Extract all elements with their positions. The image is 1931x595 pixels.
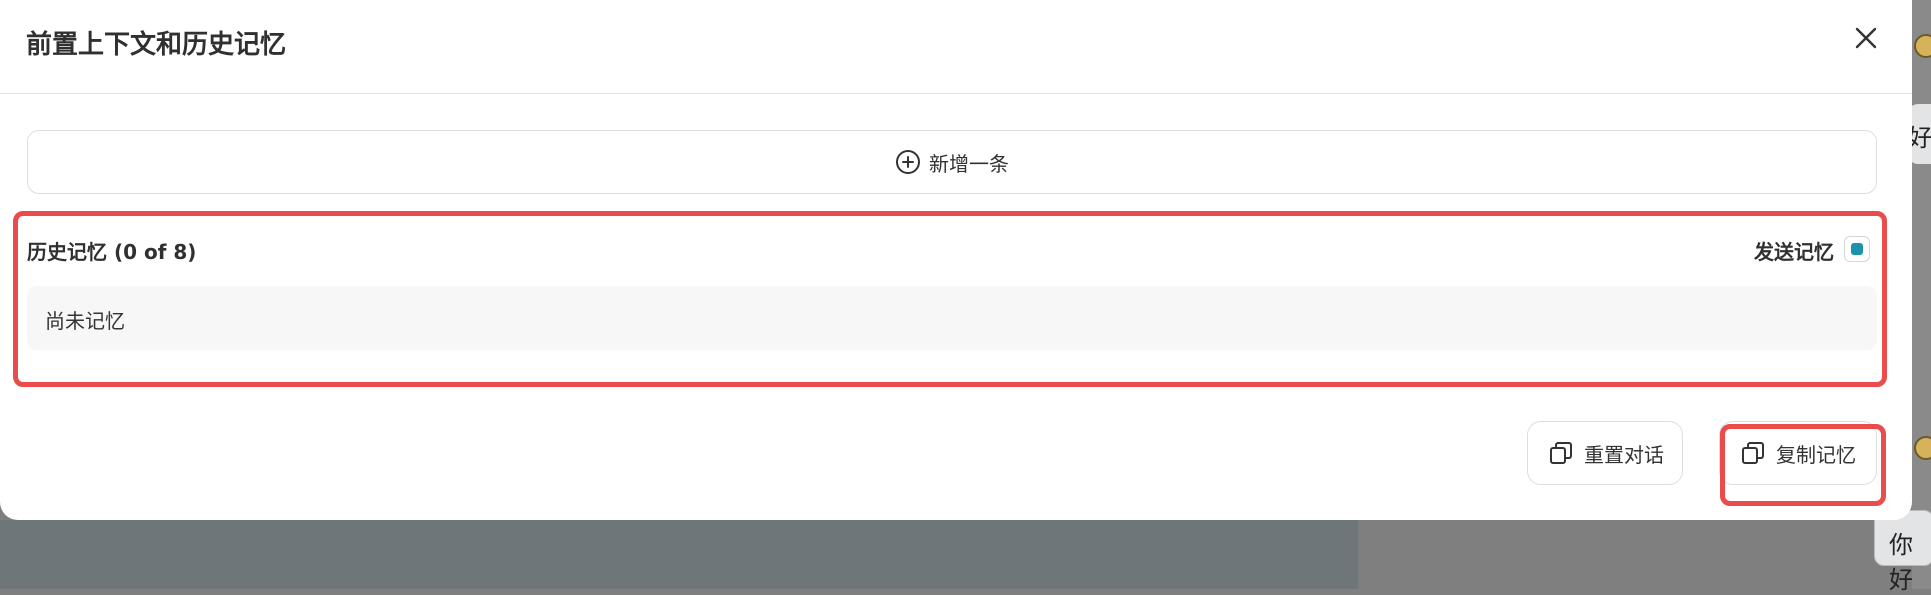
add-entry-button[interactable]: 新增一条 xyxy=(27,130,1877,194)
memory-modal: 前置上下文和历史记忆 新增一条 历史记忆 (0 of 8) 发送记忆 尚未记忆 … xyxy=(0,0,1912,520)
avatar-emoji-icon xyxy=(1914,436,1931,460)
copy-button-highlight xyxy=(1720,424,1886,506)
modal-title: 前置上下文和历史记忆 xyxy=(26,30,287,60)
avatar-emoji-icon xyxy=(1914,34,1931,58)
send-memory-checkbox[interactable] xyxy=(1844,236,1870,262)
add-circle-icon xyxy=(896,150,920,174)
reset-conversation-button[interactable]: 重置对话 xyxy=(1527,421,1683,485)
memory-empty-state: 尚未记忆 xyxy=(27,286,1877,350)
close-button[interactable] xyxy=(1848,20,1884,56)
backdrop-chat-area xyxy=(1912,0,1931,589)
reset-conversation-label: 重置对话 xyxy=(1584,442,1664,467)
backdrop-divider xyxy=(1358,520,1359,589)
send-memory-label: 发送记忆 xyxy=(1754,240,1834,264)
memory-section-title: 历史记忆 (0 of 8) xyxy=(27,240,197,264)
backdrop-sidebar xyxy=(0,520,1358,589)
copy-icon xyxy=(1550,442,1572,464)
chat-bubble-text: 你好 xyxy=(1889,531,1913,594)
close-icon xyxy=(1855,27,1877,49)
add-entry-label: 新增一条 xyxy=(929,151,1009,176)
modal-header: 前置上下文和历史记忆 xyxy=(0,0,1912,94)
